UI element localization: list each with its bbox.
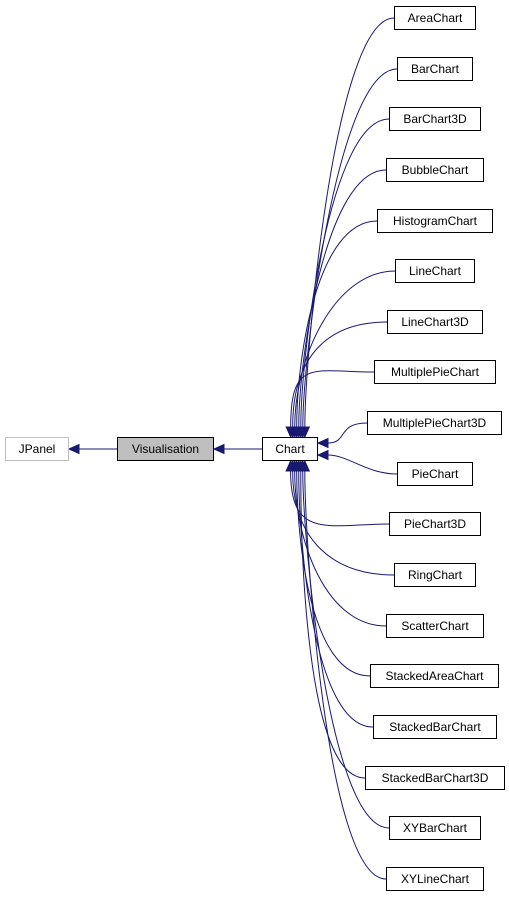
arrowhead-icon [316,437,329,449]
class-node-histogram-chart[interactable]: HistogramChart [377,209,493,233]
class-node-stacked-bar-chart3-d[interactable]: StackedBarChart3D [365,766,505,790]
inheritance-edge-chart-to-visualisation [212,443,262,455]
arrowhead-icon [67,443,80,455]
class-node-pie-chart3-d[interactable]: PieChart3D [389,512,481,536]
class-node-bar-chart[interactable]: BarChart [397,57,473,81]
class-node-area-chart[interactable]: AreaChart [394,6,476,30]
inheritance-edge-bar-chart3-d-to-chart [295,118,390,439]
class-node-j-panel[interactable]: JPanel [5,437,69,461]
class-node-bubble-chart[interactable]: BubbleChart [386,158,484,182]
class-node-stacked-area-chart[interactable]: StackedAreaChart [370,664,499,688]
arrowhead-icon [212,443,225,455]
inheritance-edge-stacked-area-chart-to-chart [291,459,371,677]
edge-line [296,470,371,677]
inheritance-edge-pie-chart-to-chart [316,449,398,475]
class-node-stacked-bar-chart[interactable]: StackedBarChart [373,715,497,739]
class-node-line-chart[interactable]: LineChart [395,259,475,283]
class-node-multiple-pie-chart[interactable]: MultiplePieChart [374,360,496,384]
arrowhead-icon [316,449,329,461]
edge-line [327,454,398,475]
edge-line [298,470,374,728]
class-node-multiple-pie-chart3-d[interactable]: MultiplePieChart3D [367,411,502,435]
class-node-pie-chart[interactable]: PieChart [397,462,473,486]
edge-line [298,169,387,428]
class-node-xy-bar-chart[interactable]: XYBarChart [389,816,481,840]
inheritance-edge-stacked-bar-chart3-d-to-chart [295,459,366,779]
edge-line [294,270,396,428]
class-node-scatter-chart[interactable]: ScatterChart [386,614,484,638]
class-node-chart[interactable]: Chart [262,437,318,461]
edge-line [327,422,368,444]
inheritance-edges [67,17,398,880]
inheritance-edge-bubble-chart-to-chart [293,169,387,439]
inheritance-edge-stacked-bar-chart-to-chart [293,459,374,728]
class-node-xy-line-chart[interactable]: XYLineChart [386,867,484,891]
class-node-visualisation[interactable]: Visualisation [117,437,214,461]
class-node-ring-chart[interactable]: RingChart [394,563,476,587]
inheritance-edge-visualisation-to-j-panel [67,443,117,455]
edge-line [300,470,366,779]
class-node-bar-chart3-d[interactable]: BarChart3D [389,107,481,131]
inheritance-edge-ring-chart-to-chart [287,459,395,576]
class-node-line-chart3-d[interactable]: LineChart3D [387,310,483,334]
inheritance-edge-multiple-pie-chart3-d-to-chart [316,422,368,449]
